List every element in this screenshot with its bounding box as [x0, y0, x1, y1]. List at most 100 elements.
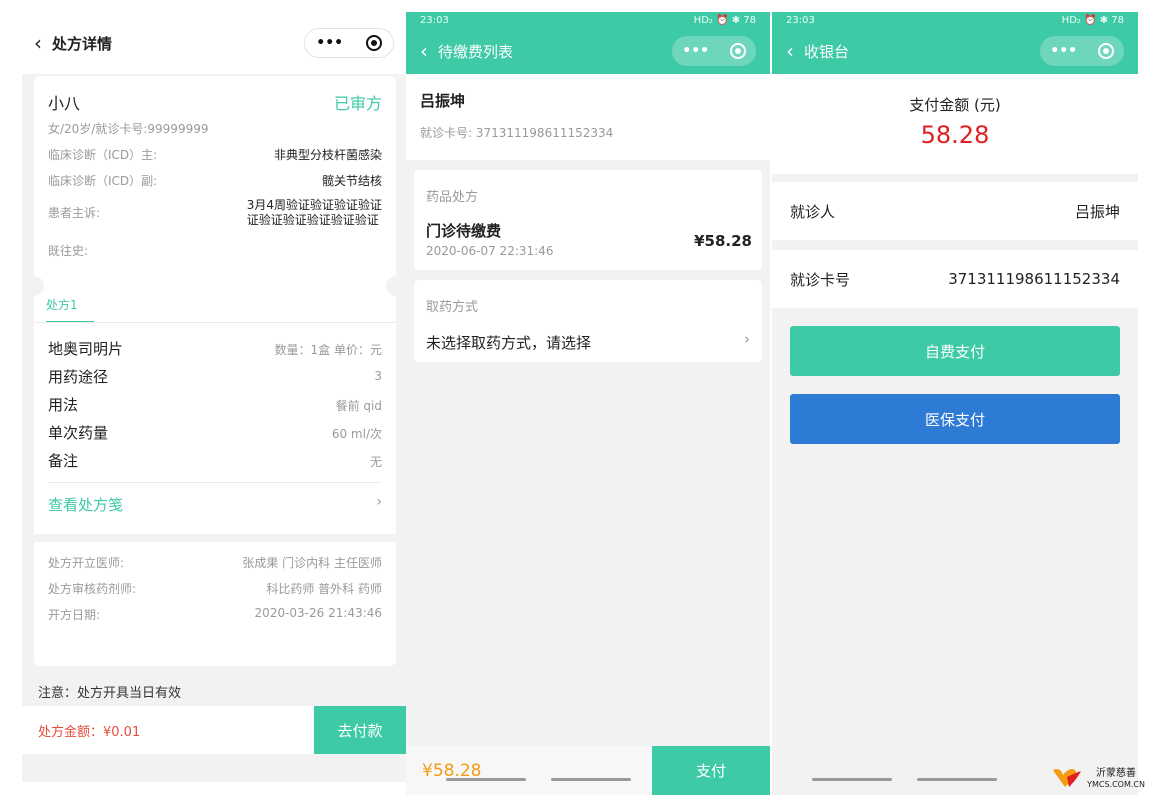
- complaint-line-1: 3月4周验证验证验证验证: [246, 198, 382, 212]
- chevron-right-icon: ›: [376, 494, 382, 510]
- status-badge: 已审方: [333, 94, 382, 113]
- tab-prescription-1[interactable]: 处方1: [46, 296, 94, 323]
- insurance-pay-button[interactable]: 医保支付: [790, 394, 1120, 444]
- home-indicator-segment: [551, 778, 631, 781]
- status-bar: 23:03 HD₂ ⏰ ✱ 78: [772, 12, 1138, 28]
- bottom-pay-bar: 处方金额：¥0.01 去付款: [22, 706, 406, 754]
- pharmacist-value: 科比药师 普外科 药师: [266, 582, 382, 596]
- remark-value: 无: [369, 455, 382, 469]
- section-gap: [34, 534, 396, 542]
- remark-label: 备注: [48, 452, 79, 470]
- item-time: 2020-06-07 22:31:46: [426, 244, 554, 258]
- date-value: 2020-03-26 21:43:46: [254, 606, 382, 620]
- back-icon[interactable]: ‹: [420, 41, 428, 61]
- self-pay-button[interactable]: 自费支付: [790, 326, 1120, 376]
- diag-sub-value: 髋关节结核: [321, 174, 382, 188]
- diag-main-value: 非典型分枝杆菌感染: [273, 148, 382, 162]
- link-divider: [48, 482, 382, 483]
- close-target-icon[interactable]: [1097, 43, 1114, 59]
- home-indicator-segment: [917, 778, 997, 781]
- pending-payment-screen: 23:03 HD₂ ⏰ ✱ 78 ‹ 待缴费列表 ••• 吕振坤 就诊卡号: 3…: [406, 0, 770, 795]
- home-indicator-segment: [812, 778, 892, 781]
- pickup-value: 未选择取药方式，请选择: [426, 334, 592, 352]
- back-icon[interactable]: ‹: [786, 41, 794, 61]
- patient-label: 就诊人: [790, 202, 836, 221]
- card-row: 就诊卡号 371311198611152334: [772, 250, 1138, 308]
- tab-divider: [34, 322, 396, 323]
- doctor-value: 张成果 门诊内科 主任医师: [242, 556, 382, 570]
- route-label: 用药途径: [48, 368, 109, 386]
- patient-row: 就诊人 吕振坤: [772, 182, 1138, 240]
- card-number: 就诊卡号: 371311198611152334: [420, 126, 614, 140]
- close-target-icon[interactable]: [729, 43, 746, 59]
- doctor-label: 处方开立医师:: [48, 556, 125, 570]
- amount-value: 58.28: [920, 121, 990, 149]
- drug-name: 地奥司明片: [48, 340, 124, 358]
- section-title: 药品处方: [426, 190, 479, 205]
- close-target-icon[interactable]: [365, 35, 382, 51]
- usage-value: 餐前 qid: [335, 399, 382, 413]
- mini-program-capsule: •••: [1040, 36, 1124, 66]
- item-amount: ¥58.28: [694, 232, 752, 250]
- card-value: 371311198611152334: [948, 270, 1120, 288]
- diag-main-label: 临床诊断（ICD）主:: [48, 148, 158, 162]
- mini-program-capsule: •••: [672, 36, 756, 66]
- logo-text: 沂蒙慈善 YMCS.COM.CN: [1087, 768, 1145, 790]
- pickup-method-row[interactable]: 取药方式 未选择取药方式，请选择 ›: [414, 280, 762, 362]
- date-label: 开方日期:: [48, 608, 101, 622]
- pay-button[interactable]: 支付: [652, 746, 770, 795]
- more-icon[interactable]: •••: [316, 35, 343, 51]
- more-icon[interactable]: •••: [682, 43, 709, 59]
- usage-label: 用法: [48, 396, 79, 414]
- patient-name: 小八: [48, 94, 81, 113]
- go-pay-button[interactable]: 去付款: [314, 706, 406, 754]
- nav-bar: ‹ 处方详情 •••: [22, 12, 406, 74]
- complaint-value: 3月4周验证验证验证验证 证验证验证验证验证验证: [247, 198, 382, 228]
- more-icon[interactable]: •••: [1050, 43, 1077, 59]
- patient-info: 女/20岁/就诊卡号:99999999: [48, 122, 209, 136]
- card-label: 就诊卡号: [790, 270, 851, 289]
- patient-box: 吕振坤 就诊卡号: 371311198611152334: [406, 74, 770, 160]
- status-indicators: HD₂ ⏰ ✱ 78: [1061, 14, 1124, 26]
- amount-label: 支付金额 (元): [909, 96, 1001, 114]
- route-value: 3: [374, 369, 382, 383]
- prescription-detail-screen: ‹ 处方详情 ••• 小八 已审方 女/20岁/就诊卡号:99999999 临床…: [22, 12, 406, 782]
- drug-qty: 数量：1盒 单价：元: [274, 343, 382, 357]
- top-gap: [406, 0, 770, 12]
- dose-value: 60 ml/次: [331, 427, 382, 441]
- page-title: 处方详情: [52, 34, 113, 53]
- status-time: 23:03: [786, 14, 815, 26]
- home-indicator-segment: [446, 778, 526, 781]
- bottom-pay-bar: ¥58.28 支付: [406, 746, 770, 795]
- status-bar: 23:03 HD₂ ⏰ ✱ 78: [406, 12, 770, 28]
- diag-sub-label: 临床诊断（ICD）副:: [48, 174, 158, 188]
- history-label: 既往史:: [48, 244, 89, 258]
- title-bar: ‹ 待缴费列表 •••: [406, 28, 770, 74]
- watermark-logo: 沂蒙慈善 YMCS.COM.CN: [1049, 767, 1145, 791]
- pharmacist-label: 处方审核药剂师:: [48, 582, 137, 596]
- card-notch-right: [386, 276, 406, 296]
- page-title: 待缴费列表: [438, 42, 514, 61]
- view-prescription-link[interactable]: 查看处方笺 ›: [48, 494, 382, 515]
- patient-name: 吕振坤: [420, 92, 466, 110]
- dose-label: 单次药量: [48, 424, 109, 442]
- complaint-label: 患者主诉:: [48, 206, 101, 220]
- prescription-card: 小八 已审方 女/20岁/就诊卡号:99999999 临床诊断（ICD）主: 非…: [24, 76, 406, 666]
- status-indicators: HD₂ ⏰ ✱ 78: [693, 14, 756, 26]
- pickup-title: 取药方式: [426, 300, 479, 315]
- chevron-right-icon: ›: [744, 330, 750, 348]
- card-notch-left: [24, 276, 44, 296]
- logo-line-1: 沂蒙慈善: [1096, 768, 1137, 779]
- patient-value: 吕振坤: [1074, 202, 1120, 221]
- top-gap: [772, 0, 1138, 12]
- back-icon[interactable]: ‹: [34, 33, 42, 53]
- payment-amount-box: 支付金额 (元) 58.28: [772, 74, 1138, 174]
- status-time: 23:03: [420, 14, 449, 26]
- mini-program-capsule: •••: [304, 28, 394, 58]
- view-prescription-label: 查看处方笺: [48, 496, 124, 514]
- heart-logo-icon: [1053, 769, 1082, 787]
- prescription-item[interactable]: 药品处方 门诊待缴费 2020-06-07 22:31:46 ¥58.28: [414, 170, 762, 270]
- logo-line-2: YMCS.COM.CN: [1087, 780, 1145, 789]
- page-title: 收银台: [804, 42, 850, 61]
- cashier-screen: 23:03 HD₂ ⏰ ✱ 78 ‹ 收银台 ••• 支付金额 (元) 58.2…: [772, 0, 1138, 795]
